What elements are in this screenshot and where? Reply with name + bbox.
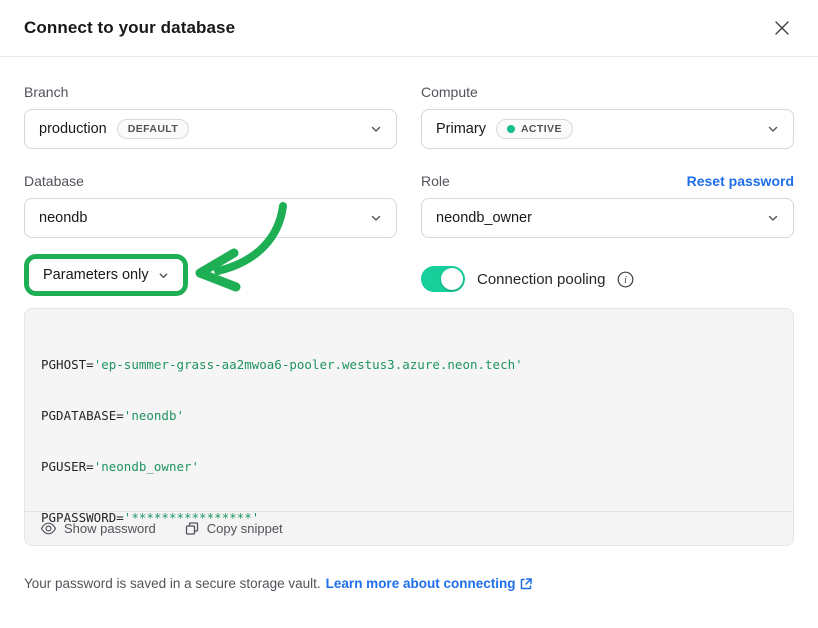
- role-value: neondb_owner: [436, 210, 532, 226]
- pooling-cell: Connection pooling i: [421, 254, 794, 292]
- role-field: Role Reset password neondb_owner: [421, 172, 794, 238]
- snippet-format-value: Parameters only: [43, 267, 149, 283]
- database-label: Database: [24, 173, 84, 189]
- pooling-label: Connection pooling: [477, 271, 605, 288]
- code-line: PGUSER='neondb_owner': [41, 458, 777, 475]
- default-badge: DEFAULT: [117, 119, 189, 139]
- connection-pooling-toggle[interactable]: [421, 266, 465, 292]
- snippet-format-cell: Parameters only: [24, 254, 397, 296]
- database-select[interactable]: neondb: [24, 198, 397, 238]
- branch-field: Branch production DEFAULT: [24, 83, 397, 149]
- active-badge-label: ACTIVE: [521, 123, 562, 135]
- compute-select[interactable]: Primary ACTIVE: [421, 109, 794, 149]
- show-password-button[interactable]: Show password: [40, 520, 156, 537]
- dialog-body: Branch production DEFAULT Compute Primar…: [0, 57, 818, 591]
- reset-password-link[interactable]: Reset password: [687, 173, 794, 189]
- info-icon[interactable]: i: [617, 271, 634, 288]
- connection-snippet-panel: PGHOST='ep-summer-grass-aa2mwoa6-pooler.…: [24, 308, 794, 546]
- close-button[interactable]: [772, 18, 792, 38]
- toggle-knob: [441, 268, 463, 290]
- connection-snippet-code[interactable]: PGHOST='ep-summer-grass-aa2mwoa6-pooler.…: [25, 309, 793, 511]
- copy-snippet-label: Copy snippet: [207, 521, 283, 536]
- svg-text:i: i: [625, 275, 628, 286]
- copy-icon: [184, 521, 200, 537]
- footer-text: Your password is saved in a secure stora…: [24, 576, 321, 591]
- branch-value: production: [39, 121, 107, 137]
- active-badge: ACTIVE: [496, 119, 573, 139]
- database-field: Database neondb: [24, 172, 397, 238]
- chevron-down-icon: [767, 123, 779, 135]
- code-line: PGHOST='ep-summer-grass-aa2mwoa6-pooler.…: [41, 356, 777, 373]
- highlight-box-annotation: Parameters only: [24, 254, 188, 296]
- learn-more-link[interactable]: Learn more about connecting: [326, 576, 534, 591]
- role-select[interactable]: neondb_owner: [421, 198, 794, 238]
- x-icon: [773, 19, 791, 37]
- dialog-title: Connect to your database: [24, 18, 235, 38]
- learn-more-label: Learn more about connecting: [326, 576, 516, 591]
- compute-field: Compute Primary ACTIVE: [421, 83, 794, 149]
- snippet-format-select[interactable]: Parameters only: [29, 259, 183, 291]
- status-dot-icon: [507, 125, 515, 133]
- chevron-down-icon: [370, 212, 382, 224]
- chevron-down-icon: [370, 123, 382, 135]
- code-line: PGDATABASE='neondb': [41, 407, 777, 424]
- database-value: neondb: [39, 210, 87, 226]
- copy-snippet-button[interactable]: Copy snippet: [184, 521, 283, 537]
- dialog-footer: Your password is saved in a secure stora…: [24, 576, 794, 591]
- role-label: Role: [421, 173, 450, 189]
- compute-label: Compute: [421, 84, 478, 100]
- dialog-header: Connect to your database: [0, 0, 818, 57]
- branch-select[interactable]: production DEFAULT: [24, 109, 397, 149]
- eye-icon: [40, 520, 57, 537]
- branch-label: Branch: [24, 84, 68, 100]
- chevron-down-icon: [767, 212, 779, 224]
- connect-database-dialog: Connect to your database Branch producti…: [0, 0, 818, 628]
- show-password-label: Show password: [64, 521, 156, 536]
- external-link-icon: [519, 577, 533, 591]
- chevron-down-icon: [158, 270, 169, 281]
- compute-value: Primary: [436, 121, 486, 137]
